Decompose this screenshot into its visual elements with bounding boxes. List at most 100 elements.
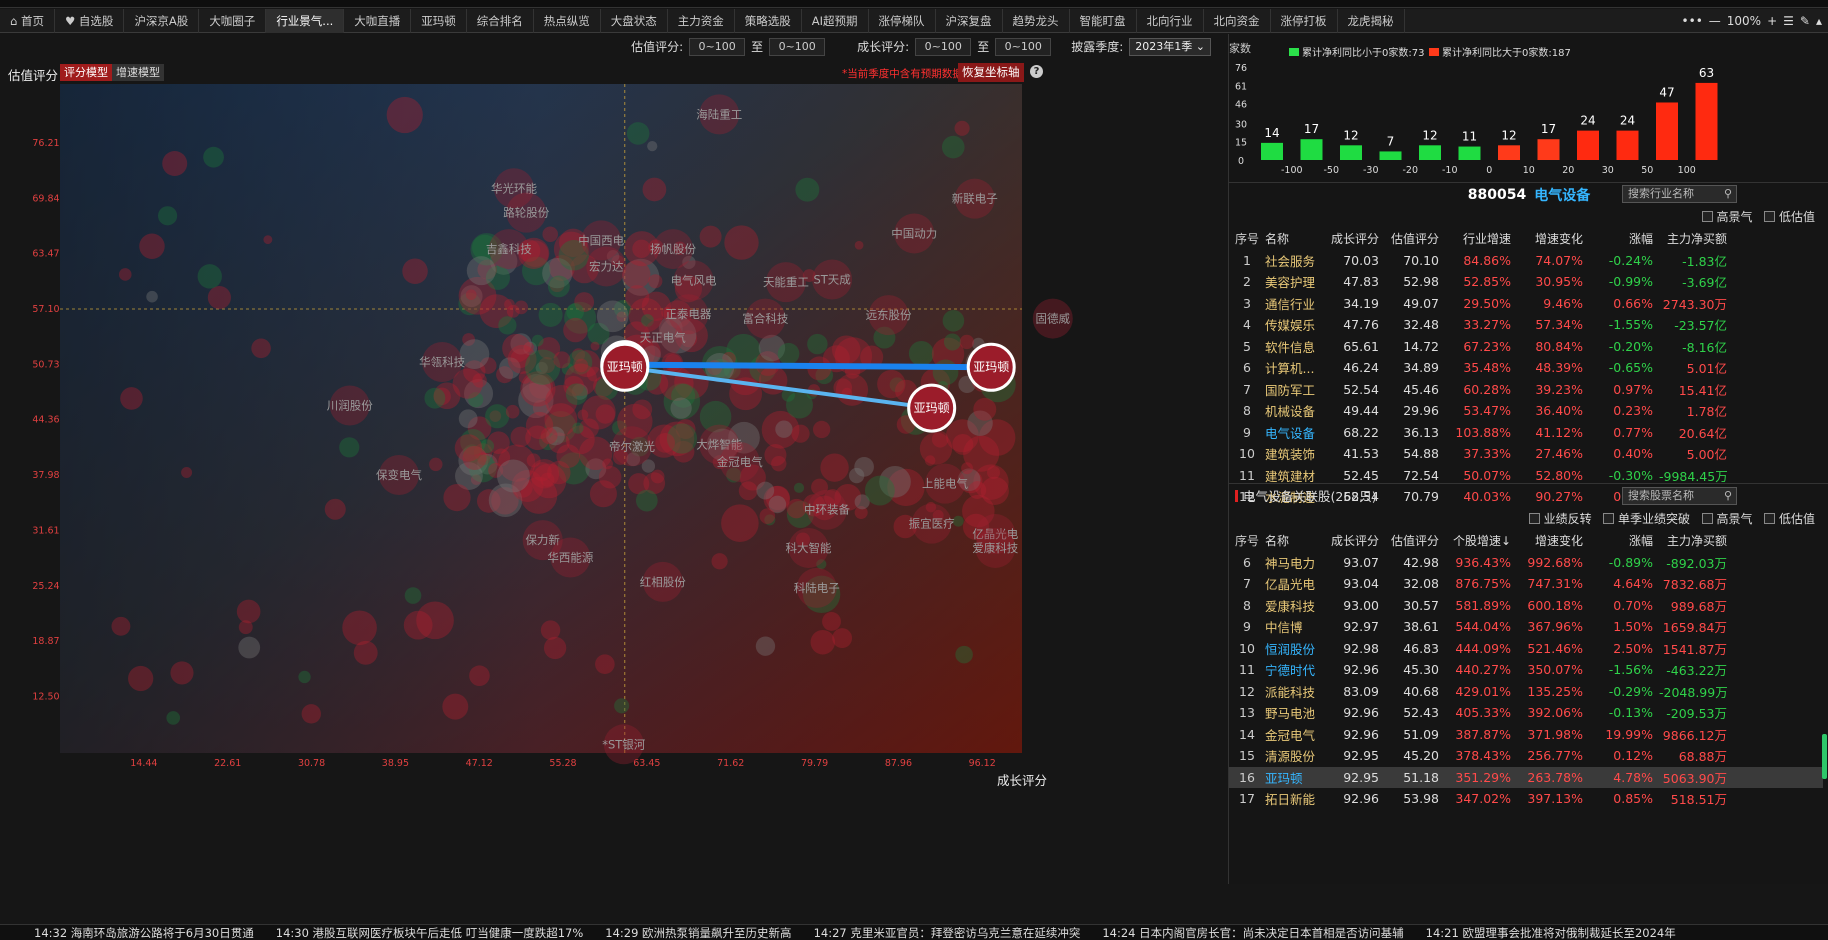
tab-item[interactable]: ♥ 自选股 xyxy=(55,9,125,33)
stock-bubble[interactable] xyxy=(589,480,617,508)
news-item[interactable]: 14:32 海南环岛旅游公路将于6月30日贯通 xyxy=(34,926,254,940)
stock-bubble[interactable] xyxy=(791,424,810,443)
stock-bubble[interactable] xyxy=(756,481,775,500)
stock-bubble[interactable] xyxy=(531,334,544,347)
stock-label[interactable]: 中国西电 xyxy=(578,233,624,247)
stock-search-input[interactable]: 搜索股票名称 ⚲ xyxy=(1622,487,1737,505)
stock-bubble[interactable] xyxy=(207,285,231,310)
stock-bubble[interactable] xyxy=(443,483,471,512)
growth-max-input[interactable]: 0~100 xyxy=(995,37,1052,56)
stock-bubble[interactable] xyxy=(724,225,759,260)
table-row[interactable]: 9 电气设备 68.22 36.13 103.88% 41.12% 0.77% 20.64亿 xyxy=(1229,422,1828,444)
stock-bubble[interactable] xyxy=(120,387,143,410)
stock-bubble[interactable] xyxy=(505,404,520,419)
stock-bubble[interactable] xyxy=(263,235,273,245)
stock-bubble[interactable] xyxy=(466,256,496,286)
stock-bubble[interactable] xyxy=(538,302,563,327)
tab-item[interactable]: 北向行业 xyxy=(1137,9,1204,33)
stock-bubble[interactable] xyxy=(755,636,776,656)
stock-bubble[interactable] xyxy=(602,458,614,470)
column-header[interactable]: 成长评分 xyxy=(1325,230,1385,247)
tab-item[interactable]: 亚玛顿 xyxy=(411,9,467,33)
stock-bubble[interactable] xyxy=(590,341,600,351)
column-header[interactable]: 增速变化 xyxy=(1517,532,1589,549)
scatter-svg[interactable]: 14.44 22.61 30.78 38.95 47.12 55.28 63.45 71.62… xyxy=(0,84,1225,784)
stock-label[interactable]: 天能重工 xyxy=(763,275,809,289)
stock-label[interactable]: 红相股份 xyxy=(640,575,686,589)
stock-bubble[interactable] xyxy=(197,264,222,289)
column-header[interactable]: 估值评分 xyxy=(1385,532,1445,549)
stock-bubble[interactable] xyxy=(758,366,788,395)
tab-item[interactable]: 智能盯盘 xyxy=(1070,9,1137,33)
stock-bubble[interactable] xyxy=(458,409,478,429)
table-row[interactable]: 5 软件信息 65.61 14.72 67.23% 80.84% -0.20% -8.16亿 xyxy=(1229,336,1828,358)
stock-bubble[interactable] xyxy=(941,135,965,159)
stock-bubble[interactable] xyxy=(626,122,650,145)
stock-bubble[interactable] xyxy=(807,333,828,355)
stock-high-prosperity-checkbox[interactable]: 高景气 xyxy=(1701,512,1753,526)
stock-bubble[interactable] xyxy=(968,481,987,499)
stock-bubble[interactable] xyxy=(943,333,961,351)
stock-bubble[interactable] xyxy=(711,553,728,570)
column-header[interactable]: 名称 xyxy=(1265,532,1325,549)
stock-bubble[interactable] xyxy=(465,289,477,301)
edit-icon[interactable]: ✎ xyxy=(1800,14,1810,28)
stock-bubble[interactable] xyxy=(498,316,517,335)
stock-bubble[interactable] xyxy=(542,226,558,243)
stock-bubble[interactable] xyxy=(919,432,953,465)
news-item[interactable]: 14:30 港股互联网医疗板块午后走低 叮当健康一度跌超17% xyxy=(276,926,584,940)
stock-label[interactable]: 川润股份 xyxy=(327,398,373,412)
stock-bubble[interactable] xyxy=(157,206,178,226)
menu-icon[interactable]: ☰ xyxy=(1783,14,1794,28)
stock-bubble[interactable] xyxy=(635,489,658,512)
stock-bubble[interactable] xyxy=(581,395,616,430)
low-valuation-checkbox[interactable]: 低估值 xyxy=(1763,210,1815,224)
stock-label[interactable]: 远东股份 xyxy=(866,308,912,322)
stock-label[interactable]: ST天成 xyxy=(813,272,851,286)
stock-bubble[interactable] xyxy=(973,397,997,421)
stock-label[interactable]: 科大智能 xyxy=(786,541,832,555)
stock-label[interactable]: 振宜医疗 xyxy=(909,517,955,531)
table-row[interactable]: 15 清源股份 92.95 45.20 378.43% 256.77% 0.12% 68.88… xyxy=(1229,745,1823,767)
stock-bubble[interactable] xyxy=(961,462,973,475)
stock-bubble[interactable] xyxy=(118,268,132,281)
stock-bubble[interactable] xyxy=(864,475,895,506)
table-row[interactable]: 6 计算机... 46.24 34.89 35.48% 48.39% -0.65% 5.01亿 xyxy=(1229,357,1828,379)
news-item[interactable]: 14:21 欧盟理事会批准将对俄制裁延长至2024年 xyxy=(1426,926,1676,940)
stock-bubble[interactable] xyxy=(510,426,531,448)
stock-bubble[interactable] xyxy=(565,383,588,405)
stock-label[interactable]: 海陆重工 xyxy=(696,107,742,121)
stock-label[interactable]: 固德威 xyxy=(1036,312,1071,326)
stock-bubble[interactable] xyxy=(353,640,378,665)
stock-label[interactable]: 金冠电气 xyxy=(717,455,763,469)
stock-bubble[interactable] xyxy=(181,466,193,478)
stock-label[interactable]: 上能电气 xyxy=(922,477,968,491)
column-header[interactable]: 成长评分 xyxy=(1325,532,1385,549)
news-item[interactable]: 14:27 克里米亚官员：拜登密访乌克兰意在延续冲突 xyxy=(814,926,1081,940)
tab-item[interactable]: 策略选股 xyxy=(735,9,802,33)
column-header[interactable]: 涨幅 xyxy=(1589,230,1659,247)
stock-label[interactable]: 保变电气 xyxy=(376,468,422,482)
tab-item[interactable]: AI超预期 xyxy=(802,9,869,33)
stock-bubble[interactable] xyxy=(429,457,443,472)
stock-bubble[interactable] xyxy=(203,146,224,168)
stock-bubble[interactable] xyxy=(954,120,970,136)
stock-bubble[interactable] xyxy=(854,457,874,477)
stock-bubble[interactable] xyxy=(777,342,800,365)
stock-bubble[interactable] xyxy=(812,420,831,439)
stock-bubble[interactable] xyxy=(642,177,667,202)
breakthrough-checkbox[interactable]: 单季业绩突破 xyxy=(1603,512,1690,526)
table-row[interactable]: 3 通信行业 34.19 49.07 29.50% 9.46% 0.66% 2743.30万 xyxy=(1229,293,1828,315)
tab-item[interactable]: 大盘状态 xyxy=(601,9,668,33)
stock-bubble[interactable] xyxy=(793,482,805,493)
stock-bubble[interactable] xyxy=(959,334,975,350)
stock-bubble[interactable] xyxy=(595,654,615,674)
stock-label[interactable]: 科陆电子 xyxy=(794,581,840,595)
stock-label[interactable]: 中环装备 xyxy=(804,503,850,517)
stock-bubble[interactable] xyxy=(775,420,793,438)
stock-bubble[interactable] xyxy=(238,636,261,659)
stock-bubble[interactable] xyxy=(820,453,849,482)
stock-bubble[interactable] xyxy=(485,404,510,429)
tab-item[interactable]: 趋势龙头 xyxy=(1003,9,1070,33)
stock-bubble[interactable] xyxy=(632,239,651,259)
